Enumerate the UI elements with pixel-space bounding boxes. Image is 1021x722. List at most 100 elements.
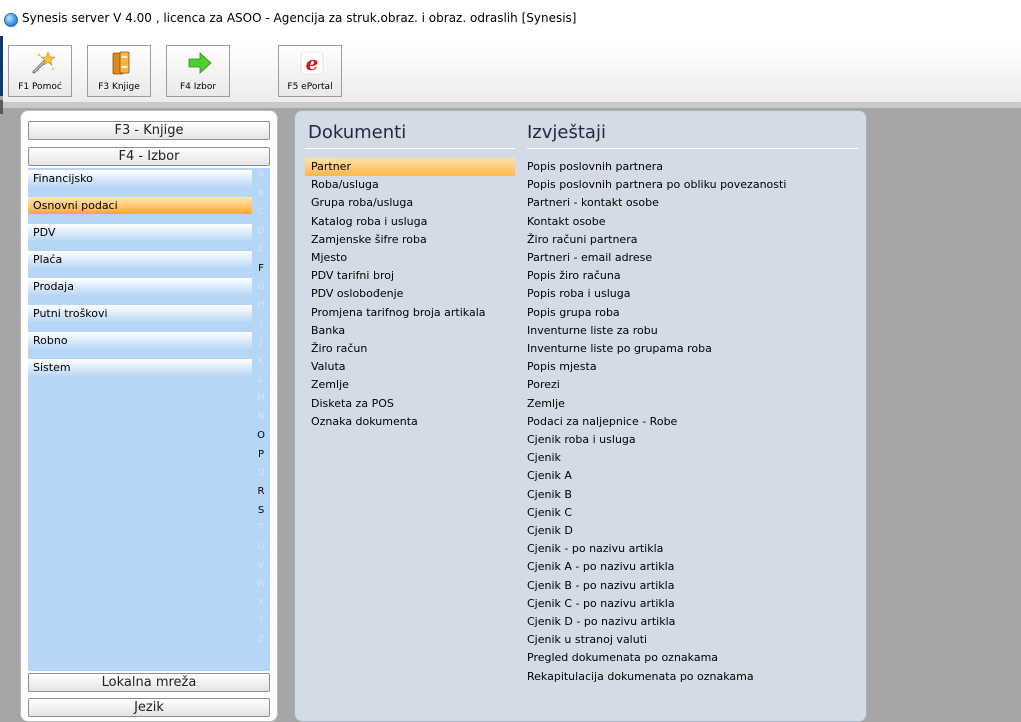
- books-section-header[interactable]: F3 - Knjige: [28, 121, 270, 140]
- report-item[interactable]: Cjenik u stranoj valuti: [527, 631, 857, 649]
- app-globe-icon: [4, 13, 18, 27]
- report-item[interactable]: Inventurne liste po grupama roba: [527, 340, 857, 358]
- document-item[interactable]: Zemlje: [305, 376, 515, 394]
- books-icon: [112, 51, 130, 75]
- document-item[interactable]: PDV oslobođenje: [305, 285, 515, 303]
- alphabet-letter[interactable]: C: [252, 207, 270, 217]
- alphabet-letter[interactable]: H: [252, 300, 270, 310]
- menu-item[interactable]: Robno: [28, 332, 252, 349]
- alphabet-letter[interactable]: G: [252, 282, 270, 292]
- document-item[interactable]: Promjena tarifnog broja artikala: [305, 304, 515, 322]
- report-item[interactable]: Cjenik roba i usluga: [527, 431, 857, 449]
- document-item[interactable]: Oznaka dokumenta: [305, 413, 515, 431]
- alphabet-letter[interactable]: D: [252, 226, 270, 236]
- report-item[interactable]: Popis mjesta: [527, 358, 857, 376]
- books-button[interactable]: F3 Knjige: [87, 45, 151, 97]
- language-section-header[interactable]: Jezik: [28, 698, 270, 717]
- alphabet-letter[interactable]: I: [252, 319, 270, 329]
- local-network-section-header[interactable]: Lokalna mreža: [28, 673, 270, 692]
- alphabet-letter[interactable]: J: [252, 337, 270, 347]
- reports-heading: Izvještaji: [527, 122, 606, 143]
- eportal-button[interactable]: e F5 ePortal: [278, 45, 342, 97]
- report-item[interactable]: Rekapitulacija dokumenata po oznakama: [527, 668, 857, 686]
- report-item[interactable]: Podaci za naljepnice - Robe: [527, 413, 857, 431]
- alphabet-letter[interactable]: M: [252, 393, 270, 403]
- alphabet-letter[interactable]: O: [252, 430, 270, 441]
- report-item[interactable]: Popis žiro računa: [527, 267, 857, 285]
- svg-text:e: e: [306, 51, 319, 75]
- alphabet-letter[interactable]: U: [252, 542, 270, 552]
- toolbar: F1 Pomoć F3 Knjige F4 Izbor e F5 ePortal: [3, 44, 1021, 103]
- document-item[interactable]: Katalog roba i usluga: [305, 213, 515, 231]
- report-item[interactable]: Inventurne liste za robu: [527, 322, 857, 340]
- report-item[interactable]: Cjenik - po nazivu artikla: [527, 540, 857, 558]
- menu-item[interactable]: Sistem: [28, 359, 252, 376]
- alphabet-letter[interactable]: X: [252, 598, 270, 608]
- alphabet-letter[interactable]: S: [252, 505, 270, 516]
- report-item[interactable]: Žiro računi partnera: [527, 231, 857, 249]
- menu-item[interactable]: Financijsko: [28, 170, 252, 187]
- report-item[interactable]: Cjenik C - po nazivu artikla: [527, 595, 857, 613]
- report-item[interactable]: Popis poslovnih partnera: [527, 158, 857, 176]
- report-item[interactable]: Popis grupa roba: [527, 304, 857, 322]
- document-item[interactable]: Grupa roba/usluga: [305, 194, 515, 212]
- alphabet-index: ABCDEFGHIJKLMNOPQRSTUVWXYZ: [252, 168, 270, 671]
- left-navigation-panel: F3 - Knjige F4 - Izbor Financijsko Osnovn…: [20, 110, 278, 722]
- report-item[interactable]: Partneri - kontakt osobe: [527, 194, 857, 212]
- report-item[interactable]: Pregled dokumenata po oznakama: [527, 649, 857, 667]
- report-item[interactable]: Cjenik A: [527, 467, 857, 485]
- module-menu: Financijsko Osnovni podaci PDV Plaća Prodaja…: [28, 168, 252, 671]
- alphabet-letter[interactable]: Q: [252, 468, 270, 478]
- report-item[interactable]: Partneri - email adrese: [527, 249, 857, 267]
- menu-item[interactable]: Osnovni podaci: [28, 197, 252, 214]
- report-item[interactable]: Porezi: [527, 376, 857, 394]
- menu-item[interactable]: Prodaja: [28, 278, 252, 295]
- menu-item[interactable]: Plaća: [28, 251, 252, 268]
- alphabet-letter[interactable]: W: [252, 579, 270, 589]
- eportal-button-label: F5 ePortal: [287, 82, 333, 92]
- selection-button[interactable]: F4 Izbor: [166, 45, 230, 97]
- report-item[interactable]: Popis roba i usluga: [527, 285, 857, 303]
- alphabet-letter[interactable]: Y: [252, 616, 270, 626]
- alphabet-letter[interactable]: L: [252, 375, 270, 385]
- alphabet-letter[interactable]: B: [252, 189, 270, 199]
- help-button[interactable]: F1 Pomoć: [8, 45, 72, 97]
- document-item[interactable]: Partner: [305, 158, 515, 176]
- menu-item[interactable]: PDV: [28, 224, 252, 241]
- menu-item[interactable]: Putni troškovi: [28, 305, 252, 322]
- report-item[interactable]: Cjenik A - po nazivu artikla: [527, 558, 857, 576]
- document-item[interactable]: Valuta: [305, 358, 515, 376]
- documents-heading: Dokumenti: [308, 122, 407, 143]
- books-button-label: F3 Knjige: [98, 82, 140, 92]
- document-item[interactable]: Roba/usluga: [305, 176, 515, 194]
- document-item[interactable]: Žiro račun: [305, 340, 515, 358]
- report-item[interactable]: Cjenik D - po nazivu artikla: [527, 613, 857, 631]
- report-item[interactable]: Kontakt osobe: [527, 213, 857, 231]
- window-title: Synesis server V 4.00 , licenca za ASOO …: [22, 11, 577, 25]
- alphabet-letter[interactable]: T: [252, 523, 270, 533]
- report-item[interactable]: Cjenik: [527, 449, 857, 467]
- report-item[interactable]: Zemlje: [527, 395, 857, 413]
- alphabet-letter[interactable]: Z: [252, 635, 270, 645]
- report-item[interactable]: Popis poslovnih partnera po obliku povez…: [527, 176, 857, 194]
- alphabet-letter[interactable]: N: [252, 412, 270, 422]
- report-item[interactable]: Cjenik C: [527, 504, 857, 522]
- alphabet-letter[interactable]: E: [252, 244, 270, 254]
- document-item[interactable]: Banka: [305, 322, 515, 340]
- alphabet-letter[interactable]: V: [252, 561, 270, 571]
- report-item[interactable]: Cjenik B - po nazivu artikla: [527, 577, 857, 595]
- internet-explorer-icon: e: [300, 51, 324, 75]
- document-item[interactable]: Mjesto: [305, 249, 515, 267]
- document-item[interactable]: Disketa za POS: [305, 395, 515, 413]
- alphabet-letter[interactable]: A: [252, 170, 270, 180]
- alphabet-letter[interactable]: K: [252, 356, 270, 366]
- alphabet-letter[interactable]: P: [252, 449, 270, 460]
- alphabet-letter[interactable]: R: [252, 486, 270, 497]
- alphabet-letter[interactable]: F: [252, 263, 270, 274]
- report-item[interactable]: Cjenik D: [527, 522, 857, 540]
- report-item[interactable]: Cjenik B: [527, 486, 857, 504]
- selection-section-header[interactable]: F4 - Izbor: [28, 147, 270, 166]
- title-bar: Synesis server V 4.00 , licenca za ASOO …: [0, 0, 1021, 44]
- document-item[interactable]: PDV tarifni broj: [305, 267, 515, 285]
- document-item[interactable]: Zamjenske šifre roba: [305, 231, 515, 249]
